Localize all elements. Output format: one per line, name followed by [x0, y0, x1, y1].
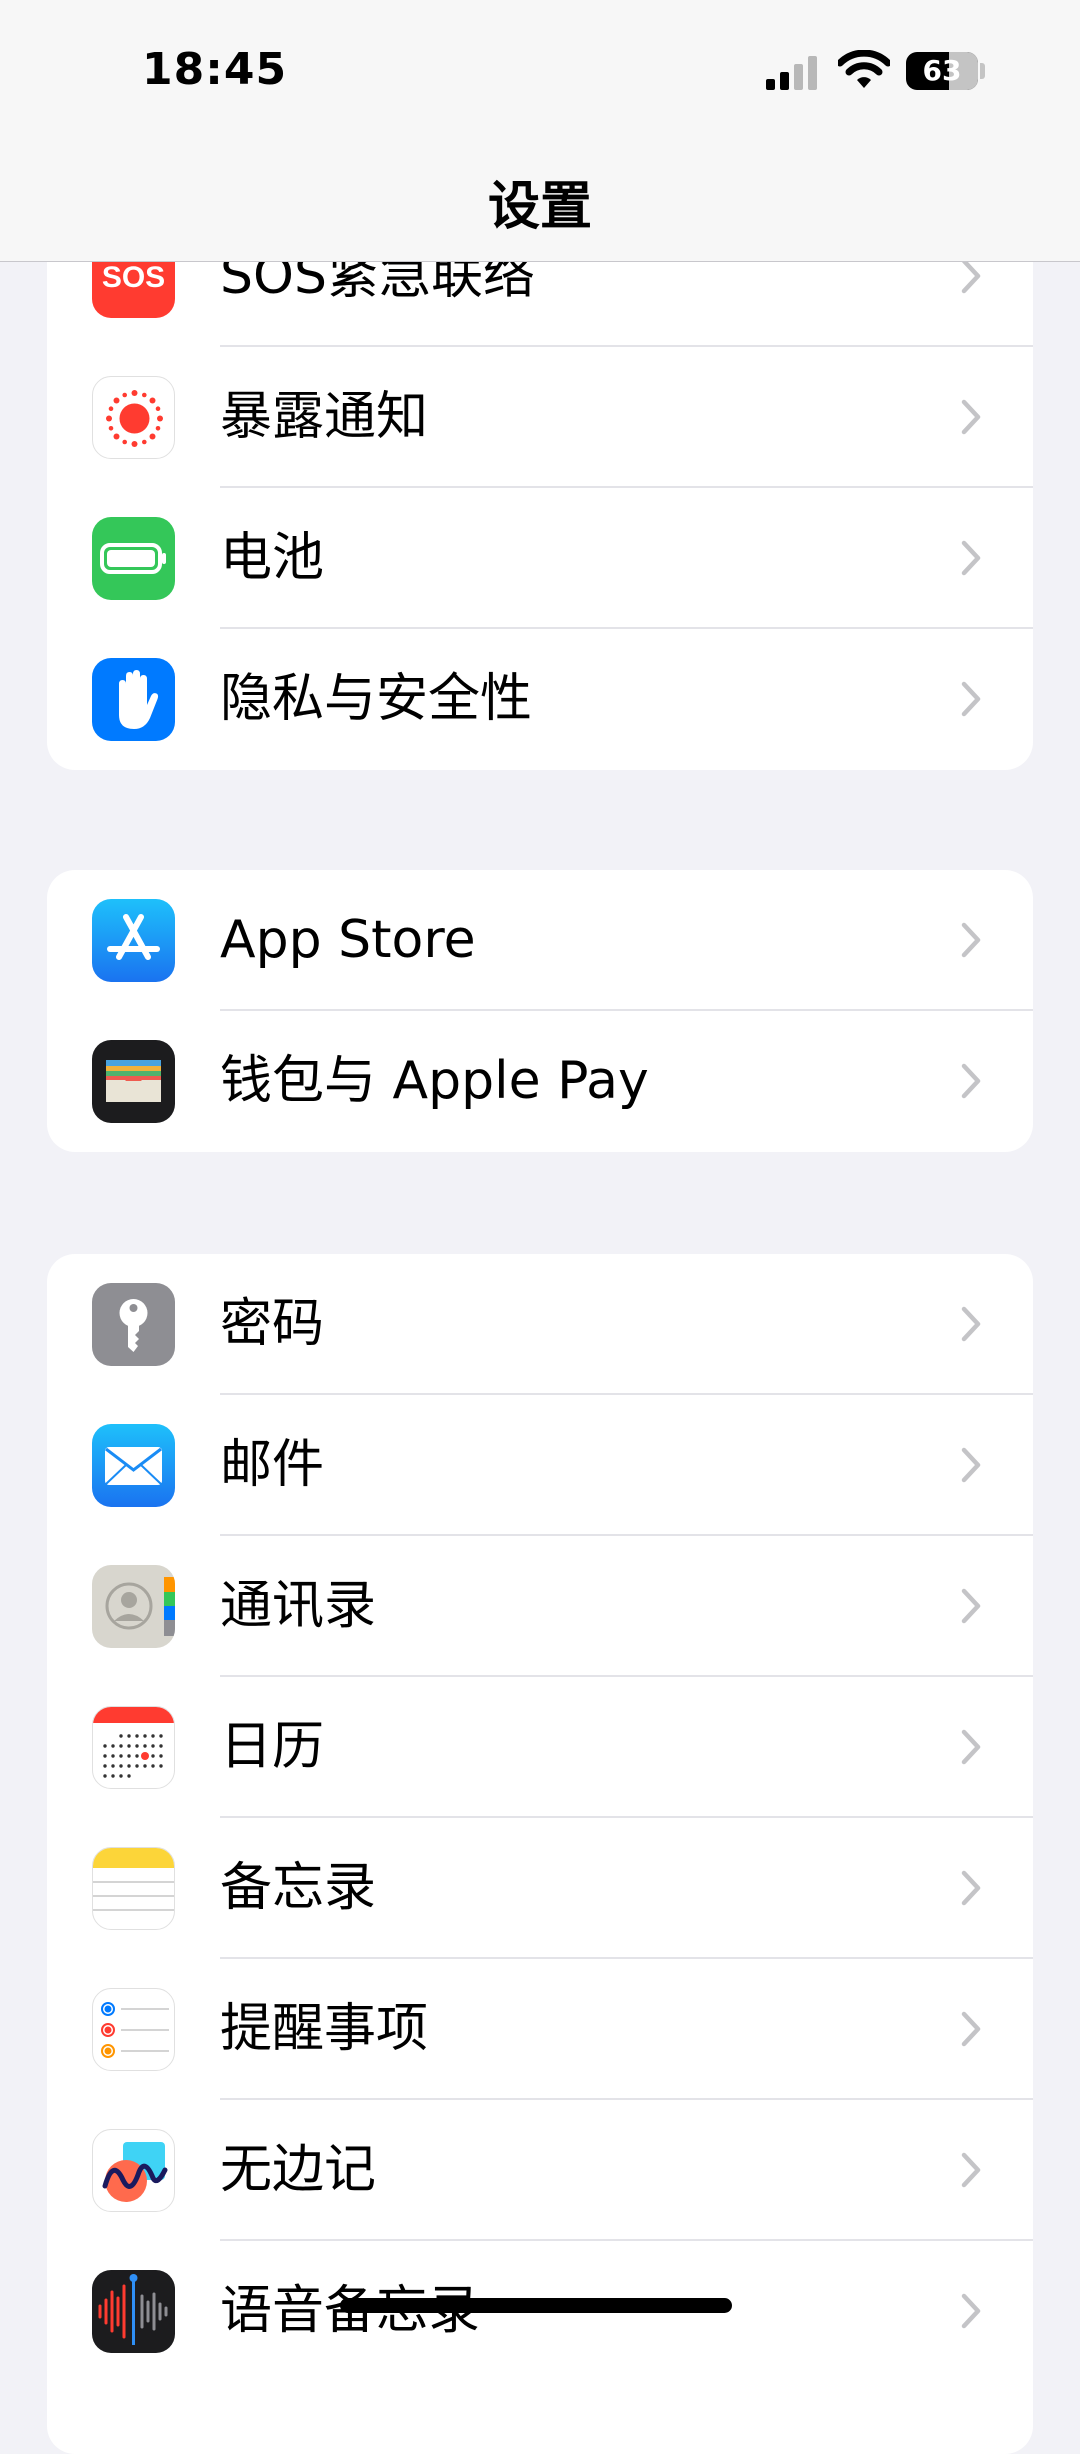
- settings-item-label: 通讯录: [220, 1576, 377, 1636]
- chevron-right-icon: [961, 399, 981, 435]
- chevron-right-icon: [961, 681, 981, 717]
- settings-item-label: 无边记: [220, 2140, 377, 2200]
- chevron-right-icon: [961, 258, 981, 294]
- settings-item-label: 邮件: [220, 1435, 325, 1495]
- settings-item-label: 日历: [220, 1717, 325, 1777]
- settings-item-contacts[interactable]: 通讯录: [47, 1536, 1033, 1677]
- settings-item-reminders[interactable]: 提醒事项: [47, 1959, 1033, 2100]
- wallet-icon: [92, 1040, 175, 1123]
- settings-item-wallet-apple-pay[interactable]: 钱包与 Apple Pay: [47, 1011, 1033, 1152]
- settings-item-freeform[interactable]: 无边记: [47, 2100, 1033, 2241]
- chevron-right-icon: [961, 540, 981, 576]
- chevron-right-icon: [961, 1729, 981, 1765]
- settings-group-system: SOS SOS紧急联络 暴露通知 电池 隐私与安全性: [47, 206, 1033, 770]
- settings-item-passwords[interactable]: 密码: [47, 1254, 1033, 1395]
- settings-item-label: 暴露通知: [220, 387, 429, 447]
- settings-item-label: App Store: [220, 910, 476, 970]
- settings-item-label: 提醒事项: [220, 1999, 429, 2059]
- wifi-icon: [838, 50, 890, 88]
- settings-item-calendar[interactable]: 日历: [47, 1677, 1033, 1818]
- status-bar: 18:45 63: [0, 0, 1080, 150]
- status-time: 18:45: [142, 44, 288, 95]
- settings-item-label: 钱包与 Apple Pay: [220, 1051, 649, 1111]
- settings-item-battery[interactable]: 电池: [47, 488, 1033, 629]
- chevron-right-icon: [961, 2293, 981, 2329]
- settings-item-privacy-security[interactable]: 隐私与安全性: [47, 629, 1033, 770]
- battery-percent: 63: [922, 54, 962, 87]
- svg-text:SOS: SOS: [102, 261, 165, 294]
- app-store-icon: [92, 899, 175, 982]
- home-indicator[interactable]: [340, 2298, 732, 2313]
- settings-item-label: 备忘录: [220, 1858, 377, 1918]
- chevron-right-icon: [961, 2011, 981, 2047]
- settings-item-label: 密码: [220, 1294, 325, 1354]
- chevron-right-icon: [961, 1063, 981, 1099]
- page-title: 设置: [487, 177, 592, 237]
- battery-tip: [980, 63, 985, 79]
- settings-item-label: 电池: [220, 528, 325, 588]
- reminders-icon: [92, 1988, 175, 2071]
- battery-icon: [92, 517, 175, 600]
- chevron-right-icon: [961, 922, 981, 958]
- cellular-signal-icon: [766, 56, 817, 90]
- settings-item-exposure-notifications[interactable]: 暴露通知: [47, 347, 1033, 488]
- chevron-right-icon: [961, 1870, 981, 1906]
- chevron-right-icon: [961, 1306, 981, 1342]
- settings-item-app-store[interactable]: App Store: [47, 870, 1033, 1011]
- contacts-icon: [92, 1565, 175, 1648]
- settings-item-label: 隐私与安全性: [220, 669, 533, 729]
- voice-memos-icon: [92, 2270, 175, 2353]
- key-icon: [92, 1283, 175, 1366]
- battery-indicator: 63: [906, 52, 978, 90]
- chevron-right-icon: [961, 1447, 981, 1483]
- notes-icon: [92, 1847, 175, 1930]
- mail-icon: [92, 1424, 175, 1507]
- calendar-icon: [92, 1706, 175, 1789]
- chevron-right-icon: [961, 2152, 981, 2188]
- exposure-notification-icon: [92, 376, 175, 459]
- navigation-bar: 设置: [0, 150, 1080, 262]
- settings-group-apps: 密码 邮件 通讯录 日历 备忘录 提醒事项 无边记: [47, 1254, 1033, 2454]
- settings-group-store: App Store 钱包与 Apple Pay: [47, 870, 1033, 1152]
- settings-item-notes[interactable]: 备忘录: [47, 1818, 1033, 1959]
- hand-icon: [92, 658, 175, 741]
- freeform-icon: [92, 2129, 175, 2212]
- settings-item-mail[interactable]: 邮件: [47, 1395, 1033, 1536]
- chevron-right-icon: [961, 1588, 981, 1624]
